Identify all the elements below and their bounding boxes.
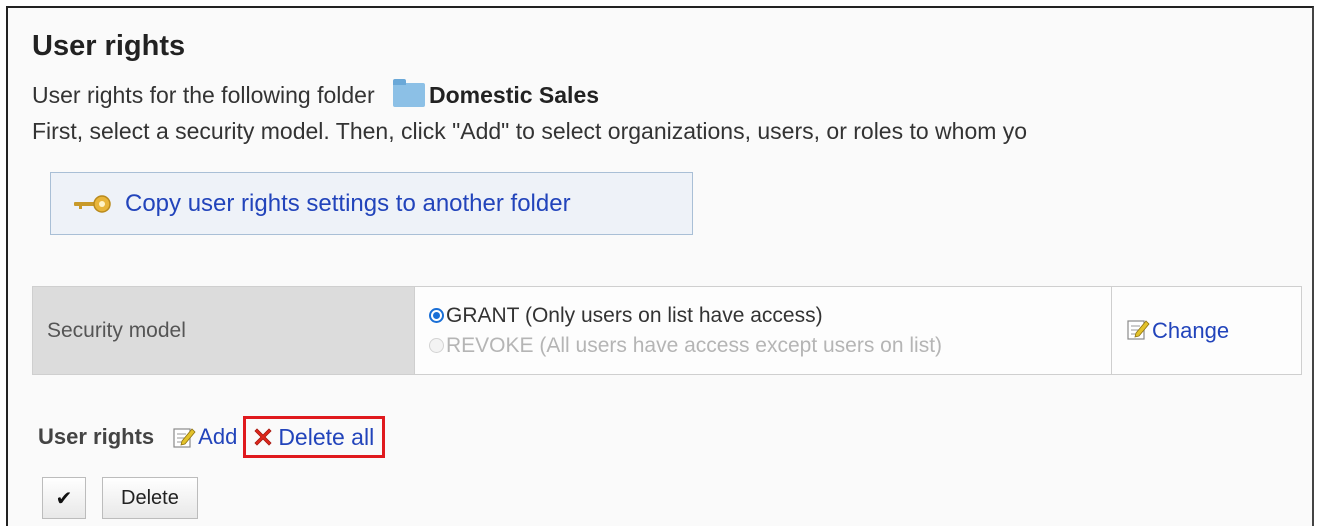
radio-option-grant[interactable]: GRANT (Only users on list have access) (429, 301, 1111, 331)
security-model-options: GRANT (Only users on list have access) R… (414, 286, 1112, 375)
security-model-table: Security model GRANT (Only users on list… (32, 286, 1302, 375)
change-cell: Change (1111, 286, 1302, 375)
folder-line: User rights for the following folder Dom… (32, 79, 600, 109)
delete-button[interactable]: Delete (102, 477, 198, 519)
action-buttons: ✔ Delete (42, 477, 198, 519)
delete-all-link[interactable]: Delete all (243, 416, 386, 458)
radio-grant-label: GRANT (Only users on list have access) (446, 303, 823, 327)
radio-grant-selected[interactable] (429, 308, 444, 323)
folder-intro-text: User rights for the following folder (32, 82, 375, 108)
select-all-checkmark-button[interactable]: ✔ (42, 477, 86, 519)
radio-revoke-disabled (429, 338, 444, 353)
add-link[interactable]: Add (172, 424, 237, 450)
security-model-label: Security model (32, 286, 415, 375)
change-link[interactable]: Change (1126, 318, 1229, 343)
instructions-text: First, select a security model. Then, cl… (32, 118, 1028, 144)
user-rights-row: User rights Add Delete all (38, 416, 386, 458)
content-frame: User rights User rights for the followin… (6, 6, 1314, 526)
copy-user-rights-label: Copy user rights settings to another fol… (125, 189, 571, 217)
delete-all-label: Delete all (278, 423, 375, 450)
edit-icon (173, 428, 196, 448)
folder-name: Domestic Sales (429, 82, 600, 108)
user-rights-label: User rights (38, 424, 155, 449)
delete-x-icon (254, 428, 272, 446)
folder-icon (393, 79, 425, 107)
change-label: Change (1152, 318, 1230, 343)
radio-option-revoke: REVOKE (All users have access except use… (429, 331, 1111, 361)
edit-icon (1127, 320, 1150, 340)
add-label: Add (198, 424, 238, 449)
checkmark-icon: ✔ (55, 487, 73, 510)
key-icon (74, 194, 111, 213)
radio-revoke-label: REVOKE (All users have access except use… (446, 333, 943, 357)
copy-user-rights-button[interactable]: Copy user rights settings to another fol… (50, 172, 693, 235)
page-title: User rights (32, 30, 186, 62)
